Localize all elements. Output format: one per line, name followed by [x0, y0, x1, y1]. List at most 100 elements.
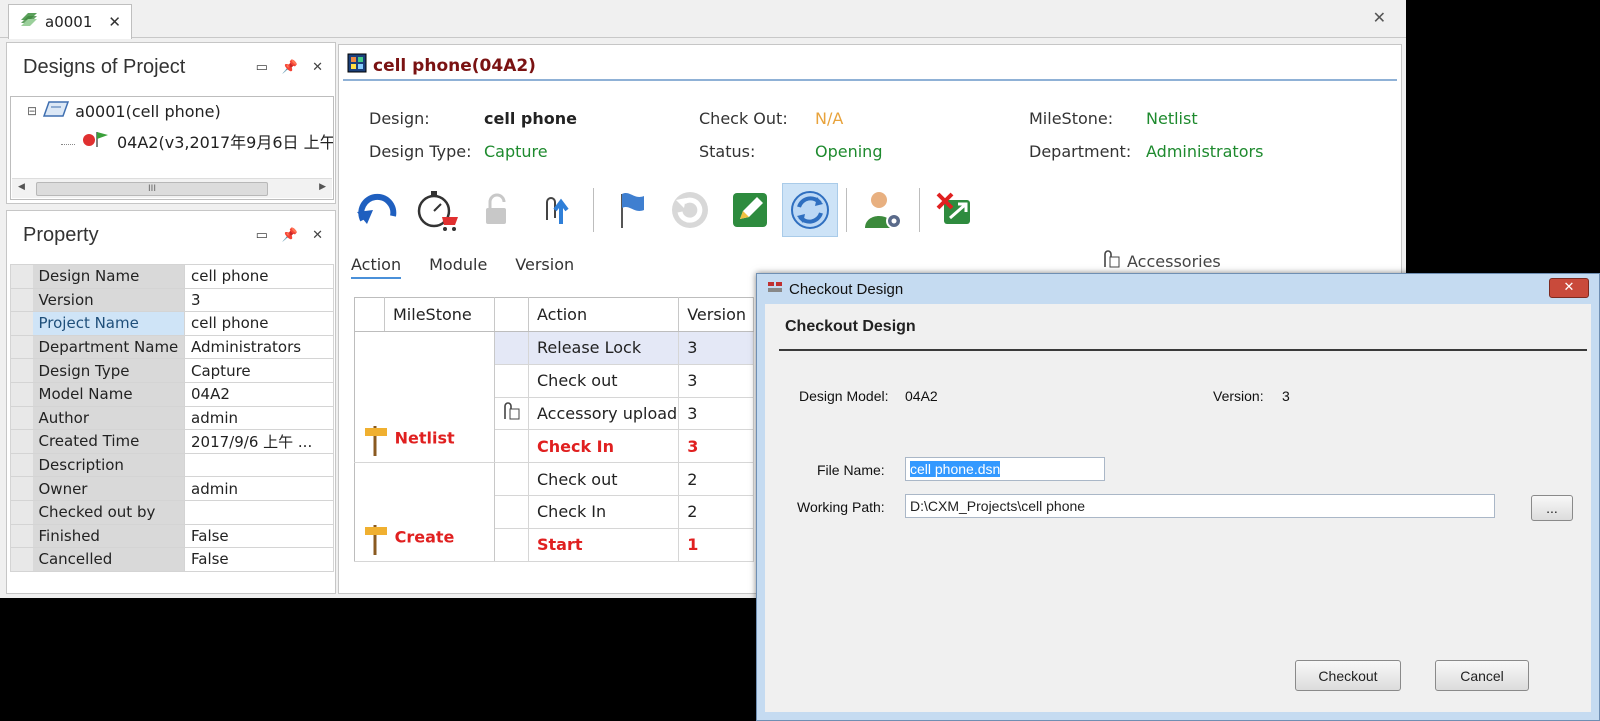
undo-button[interactable] [349, 183, 405, 237]
property-grid: Design Name cell phone Version 3 Project Nam… [10, 264, 334, 572]
lock-button[interactable] [469, 183, 525, 237]
cancel-button[interactable]: Cancel [1435, 660, 1529, 691]
info-milestone: MileStone: [1029, 109, 1114, 128]
user-settings-button[interactable] [855, 183, 911, 237]
property-key: Author [32, 405, 185, 431]
project-node-icon [42, 101, 70, 121]
action-cell: Check out [528, 364, 680, 398]
file-name-input[interactable]: cell phone.dsn [905, 457, 1105, 481]
working-path-input[interactable]: D:\CXM_Projects\cell phone [905, 494, 1495, 518]
property-value[interactable]: 2017/9/6 上午 ... [184, 429, 334, 454]
info-design-value: cell phone [484, 109, 577, 128]
property-row[interactable]: Owner admin [10, 476, 334, 501]
checkout-button[interactable]: Checkout [1295, 660, 1401, 691]
close-icon[interactable]: ✕ [108, 13, 121, 31]
action-cell: Accessory upload [528, 397, 680, 431]
pin-icon[interactable]: 📌 [282, 60, 298, 75]
horizontal-scrollbar[interactable]: ◀ III ▶ [12, 178, 332, 198]
tree-item-project[interactable]: ⊟ a0001(cell phone) [27, 101, 221, 121]
dialog-titlebar[interactable]: Checkout Design [757, 274, 1599, 304]
column-header-version[interactable]: Version [678, 297, 754, 332]
property-row[interactable]: Author admin [10, 405, 334, 431]
checkout-button[interactable] [409, 183, 465, 237]
property-row[interactable]: Finished False [10, 523, 334, 549]
property-value[interactable]: cell phone [184, 311, 334, 336]
info-department-value: Administrators [1146, 142, 1264, 161]
milestone-name: Create [394, 527, 455, 547]
maximize-icon[interactable]: ▭ [256, 60, 268, 75]
toolbar-separator [593, 188, 594, 232]
accessories-label: Accessories [1127, 251, 1221, 271]
property-row[interactable]: Cancelled False [10, 547, 334, 572]
milestone-button[interactable] [602, 183, 658, 237]
property-row[interactable]: Checked out by [10, 499, 334, 525]
design-tree: ⊟ a0001(cell phone) 04A2(v3,2017年9月6日 上午… [10, 96, 334, 200]
property-value[interactable]: False [184, 523, 334, 549]
property-value[interactable] [184, 452, 334, 478]
close-icon[interactable]: ✕ [1549, 278, 1589, 298]
upload-accessory-button[interactable] [529, 183, 585, 237]
paperclip-icon [499, 402, 521, 425]
property-row[interactable]: Project Name cell phone [10, 311, 334, 336]
collapse-icon[interactable]: ⊟ [27, 104, 37, 118]
table-row[interactable]: Create Check out 2 [354, 462, 754, 562]
property-panel-title: Property [23, 224, 99, 246]
property-row[interactable]: Model Name 04A2 [10, 381, 334, 407]
cancel-checkout-button[interactable] [928, 183, 984, 237]
row-gutter [10, 311, 33, 336]
scroll-right-icon[interactable]: ▶ [319, 182, 326, 192]
property-row[interactable]: Version 3 [10, 287, 334, 313]
pin-icon[interactable]: 📌 [282, 228, 298, 243]
revert-icon [672, 192, 708, 228]
property-value[interactable]: Capture [184, 358, 334, 383]
action-cell: Start [528, 528, 680, 562]
property-value[interactable]: cell phone [184, 264, 334, 289]
close-icon[interactable]: ✕ [312, 228, 323, 243]
property-key: Description [32, 452, 185, 478]
column-header-action[interactable]: Action [528, 297, 680, 332]
close-icon[interactable]: ✕ [1373, 8, 1386, 27]
table-row[interactable]: Netlist Release Lock 3 [354, 331, 754, 464]
browse-button[interactable]: ... [1531, 495, 1573, 521]
maximize-icon[interactable]: ▭ [256, 228, 268, 243]
property-value[interactable] [184, 499, 334, 525]
property-key: Finished [32, 523, 185, 549]
info-department: Department: [1029, 142, 1132, 161]
property-value[interactable]: Administrators [184, 334, 334, 360]
property-key: Design Type [32, 358, 185, 383]
grid-gutter-header [354, 297, 385, 332]
property-row[interactable]: Created Time 2017/9/6 上午 ... [10, 429, 334, 454]
info-type: Design Type: [369, 142, 472, 161]
working-path-value: D:\CXM_Projects\cell phone [910, 498, 1086, 514]
property-value[interactable]: False [184, 547, 334, 572]
property-value[interactable]: 3 [184, 287, 334, 313]
action-grid: MileStone Action Version Netlist Release… [354, 297, 754, 562]
property-row[interactable]: Department Name Administrators [10, 334, 334, 360]
property-key: Version [32, 287, 185, 313]
scroll-thumb[interactable]: III [36, 182, 268, 196]
document-tab[interactable]: a0001 ✕ [8, 4, 132, 39]
tab-version[interactable]: Version [515, 255, 574, 279]
property-value[interactable]: 04A2 [184, 381, 334, 407]
checkout-design-button[interactable] [782, 183, 838, 237]
column-header-milestone[interactable]: MileStone [384, 297, 495, 332]
close-icon[interactable]: ✕ [312, 60, 323, 75]
edit-button[interactable] [722, 183, 778, 237]
property-row[interactable]: Design Name cell phone [10, 264, 334, 289]
row-icon-cell [494, 528, 529, 562]
property-value[interactable]: admin [184, 476, 334, 501]
property-row[interactable]: Description [10, 452, 334, 478]
tab-module[interactable]: Module [429, 255, 487, 279]
property-value[interactable]: admin [184, 405, 334, 431]
info-checkout-value: N/A [815, 109, 844, 128]
scroll-left-icon[interactable]: ◀ [18, 182, 25, 192]
row-icon-cell [494, 331, 529, 365]
tab-action[interactable]: Action [351, 255, 402, 279]
action-cell: Release Lock [528, 331, 680, 365]
tree-item-design[interactable]: 04A2(v3,2017年9月6日 上午 [61, 129, 333, 153]
info-milestone-value: Netlist [1146, 109, 1198, 128]
property-row[interactable]: Design Type Capture [10, 358, 334, 383]
version-cell: 2 [678, 462, 754, 496]
design-model-value: 04A2 [905, 388, 938, 404]
revert-button[interactable] [662, 183, 718, 237]
